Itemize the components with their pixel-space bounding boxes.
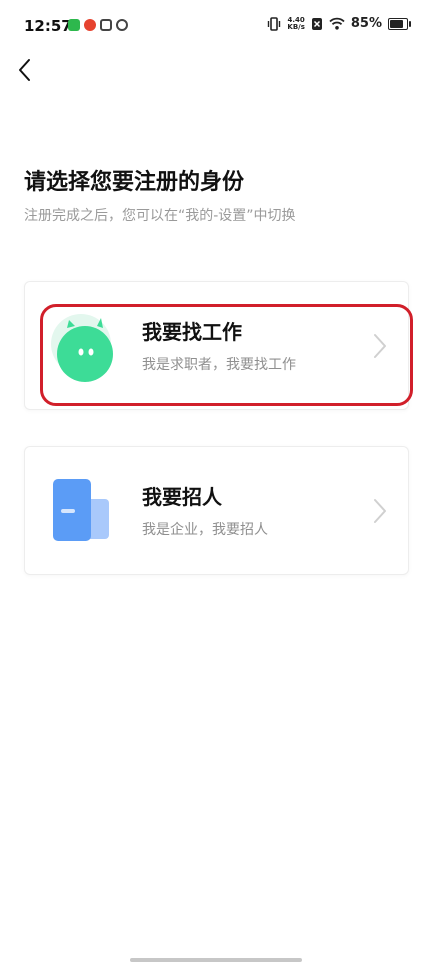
job-seeker-option-title: 我要找工作 (142, 320, 242, 344)
page-subtitle: 注册完成之后，您可以在“我的-设置”中切换 (24, 208, 296, 224)
back-button[interactable] (14, 56, 38, 84)
wifi-icon (329, 17, 345, 30)
status-bar: 12:57 4.40 KB/s 85% (0, 0, 432, 52)
home-indicator[interactable] (130, 958, 302, 962)
app-notification-icon (100, 19, 112, 31)
employer-option-card[interactable]: 我要招人 我是企业，我要招人 (24, 446, 409, 575)
status-time: 12:57 (24, 17, 72, 35)
job-seeker-option-card[interactable]: 我要找工作 我是求职者，我要找工作 (24, 281, 409, 410)
job-seeker-avatar-icon (51, 314, 113, 382)
network-speed-unit: KB/s (287, 22, 305, 31)
job-seeker-option-desc: 我是求职者，我要找工作 (142, 357, 296, 373)
notification-icons (68, 19, 128, 31)
employer-option-title: 我要招人 (142, 485, 222, 509)
company-building-icon (53, 479, 109, 541)
status-right: 4.40 KB/s 85% (267, 16, 411, 31)
no-sim-icon (311, 17, 322, 30)
chevron-right-icon (374, 499, 386, 523)
weibo-notification-icon (84, 19, 96, 31)
battery-percent: 85% (350, 16, 382, 31)
app-notification-icon (116, 19, 128, 31)
battery-icon (388, 17, 411, 30)
network-speed: 4.40 KB/s (287, 16, 305, 31)
app-notification-icon (68, 19, 80, 31)
chevron-left-icon (19, 59, 30, 81)
employer-option-desc: 我是企业，我要招人 (142, 522, 268, 538)
chevron-right-icon (374, 334, 386, 358)
page-title: 请选择您要注册的身份 (24, 170, 245, 195)
vibrate-icon (268, 16, 281, 31)
